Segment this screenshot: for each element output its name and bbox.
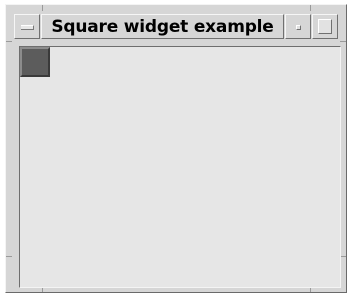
- window-menu-button[interactable]: [14, 14, 40, 39]
- minimize-icon: [296, 25, 301, 30]
- square-widget[interactable]: [20, 47, 50, 77]
- title-area[interactable]: Square widget example: [41, 14, 284, 39]
- window-title: Square widget example: [51, 16, 274, 37]
- client-area: [19, 46, 341, 288]
- resize-notch-left-bottom[interactable]: [6, 256, 12, 257]
- maximize-icon: [318, 19, 332, 34]
- maximize-button[interactable]: [312, 14, 338, 39]
- window-menu-icon: [21, 25, 34, 30]
- resize-notch-right-top[interactable]: [340, 41, 346, 42]
- title-bar: Square widget example: [14, 13, 338, 40]
- resize-notch-left-top[interactable]: [6, 41, 12, 42]
- minimize-button[interactable]: [285, 14, 311, 39]
- application-window: Square widget example: [5, 4, 347, 293]
- resize-notch-top-right[interactable]: [310, 5, 311, 11]
- resize-notch-top-left[interactable]: [42, 5, 43, 11]
